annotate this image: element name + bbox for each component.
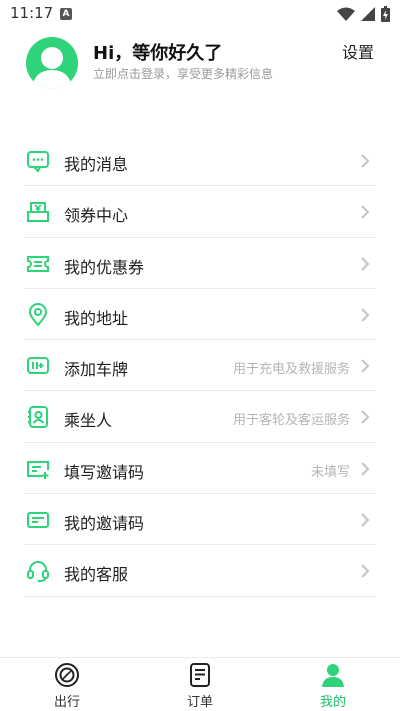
wifi-icon <box>337 7 355 21</box>
menu-item-label: 我的优惠券 <box>64 257 145 277</box>
status-bar: 11:17 A <box>0 0 400 28</box>
coupon-center-icon <box>27 202 49 223</box>
travel-icon <box>55 663 79 687</box>
menu-item-my-invite-code[interactable]: 我的邀请码 <box>24 494 376 546</box>
menu-item-label: 乘坐人 <box>64 411 113 431</box>
status-time: 11:17 <box>10 4 54 22</box>
user-avatar-icon <box>32 47 72 89</box>
menu-item-passengers[interactable]: 乘坐人 用于客轮及客运服务 <box>24 391 376 443</box>
menu-item-hint: 用于充电及救援服务 <box>232 362 350 378</box>
menu-item-label: 我的地址 <box>64 308 129 328</box>
avatar[interactable] <box>26 37 78 89</box>
chevron-right-icon <box>361 154 370 168</box>
chevron-right-icon <box>361 205 370 220</box>
menu-item-coupon-center[interactable]: 领券中心 <box>24 186 376 238</box>
battery-icon <box>381 6 390 22</box>
ticket-icon <box>27 255 49 272</box>
headset-icon <box>27 561 49 583</box>
chevron-right-icon <box>361 462 370 476</box>
order-list-icon <box>190 663 210 687</box>
edit-card-icon <box>27 460 49 479</box>
menu-item-label: 填写邀请码 <box>64 462 145 482</box>
menu-item-my-coupons[interactable]: 我的优惠券 <box>24 238 376 289</box>
menu-item-messages[interactable]: 我的消息 <box>24 135 376 187</box>
menu-item-label: 领券中心 <box>64 206 129 226</box>
message-icon <box>27 151 49 173</box>
chevron-right-icon <box>361 359 370 373</box>
card-icon <box>27 512 49 529</box>
menu-item-label: 我的客服 <box>64 565 129 585</box>
tab-label: 订单 <box>186 695 213 710</box>
notification-icon: A <box>60 8 72 20</box>
license-plate-icon <box>27 357 49 375</box>
menu-list: 我的消息 领券中心 我的优惠券 我的地址 添加车牌 用于充电及救援服务 乘坐人 … <box>24 135 376 597</box>
menu-item-add-plate[interactable]: 添加车牌 用于充电及救援服务 <box>24 340 376 392</box>
menu-item-hint: 未填写 <box>310 464 350 480</box>
signal-icon <box>361 7 375 21</box>
tab-mine[interactable]: 我的 <box>293 662 373 710</box>
chevron-right-icon <box>361 410 370 425</box>
menu-item-label: 我的邀请码 <box>64 514 145 534</box>
chevron-right-icon <box>361 513 370 527</box>
menu-item-customer-service[interactable]: 我的客服 <box>24 545 376 597</box>
user-icon <box>322 664 344 687</box>
settings-button[interactable]: 设置 <box>342 39 374 63</box>
tab-label: 出行 <box>53 695 80 710</box>
tab-label: 我的 <box>319 695 346 710</box>
chevron-right-icon <box>361 308 370 322</box>
chevron-right-icon <box>361 256 370 271</box>
menu-item-label: 我的消息 <box>64 155 129 174</box>
profile-header[interactable]: Hi，等你好久了 立即点击登录，享受更多精彩信息 设置 <box>0 28 400 100</box>
menu-item-hint: 用于客轮及客运服务 <box>232 413 350 429</box>
menu-item-enter-invite-code[interactable]: 填写邀请码 未填写 <box>24 443 376 495</box>
bottom-nav: 出行 订单 我的 <box>0 657 400 711</box>
tab-travel[interactable]: 出行 <box>27 662 107 710</box>
tab-orders[interactable]: 订单 <box>160 662 240 710</box>
menu-item-my-address[interactable]: 我的地址 <box>24 289 376 341</box>
chevron-right-icon <box>361 564 370 579</box>
greeting-title[interactable]: Hi，等你好久了 <box>93 39 222 65</box>
status-icons <box>337 6 390 22</box>
passenger-icon <box>28 406 48 429</box>
location-pin-icon <box>28 302 48 327</box>
login-prompt[interactable]: 立即点击登录，享受更多精彩信息 <box>93 65 273 82</box>
menu-item-label: 添加车牌 <box>64 360 129 380</box>
